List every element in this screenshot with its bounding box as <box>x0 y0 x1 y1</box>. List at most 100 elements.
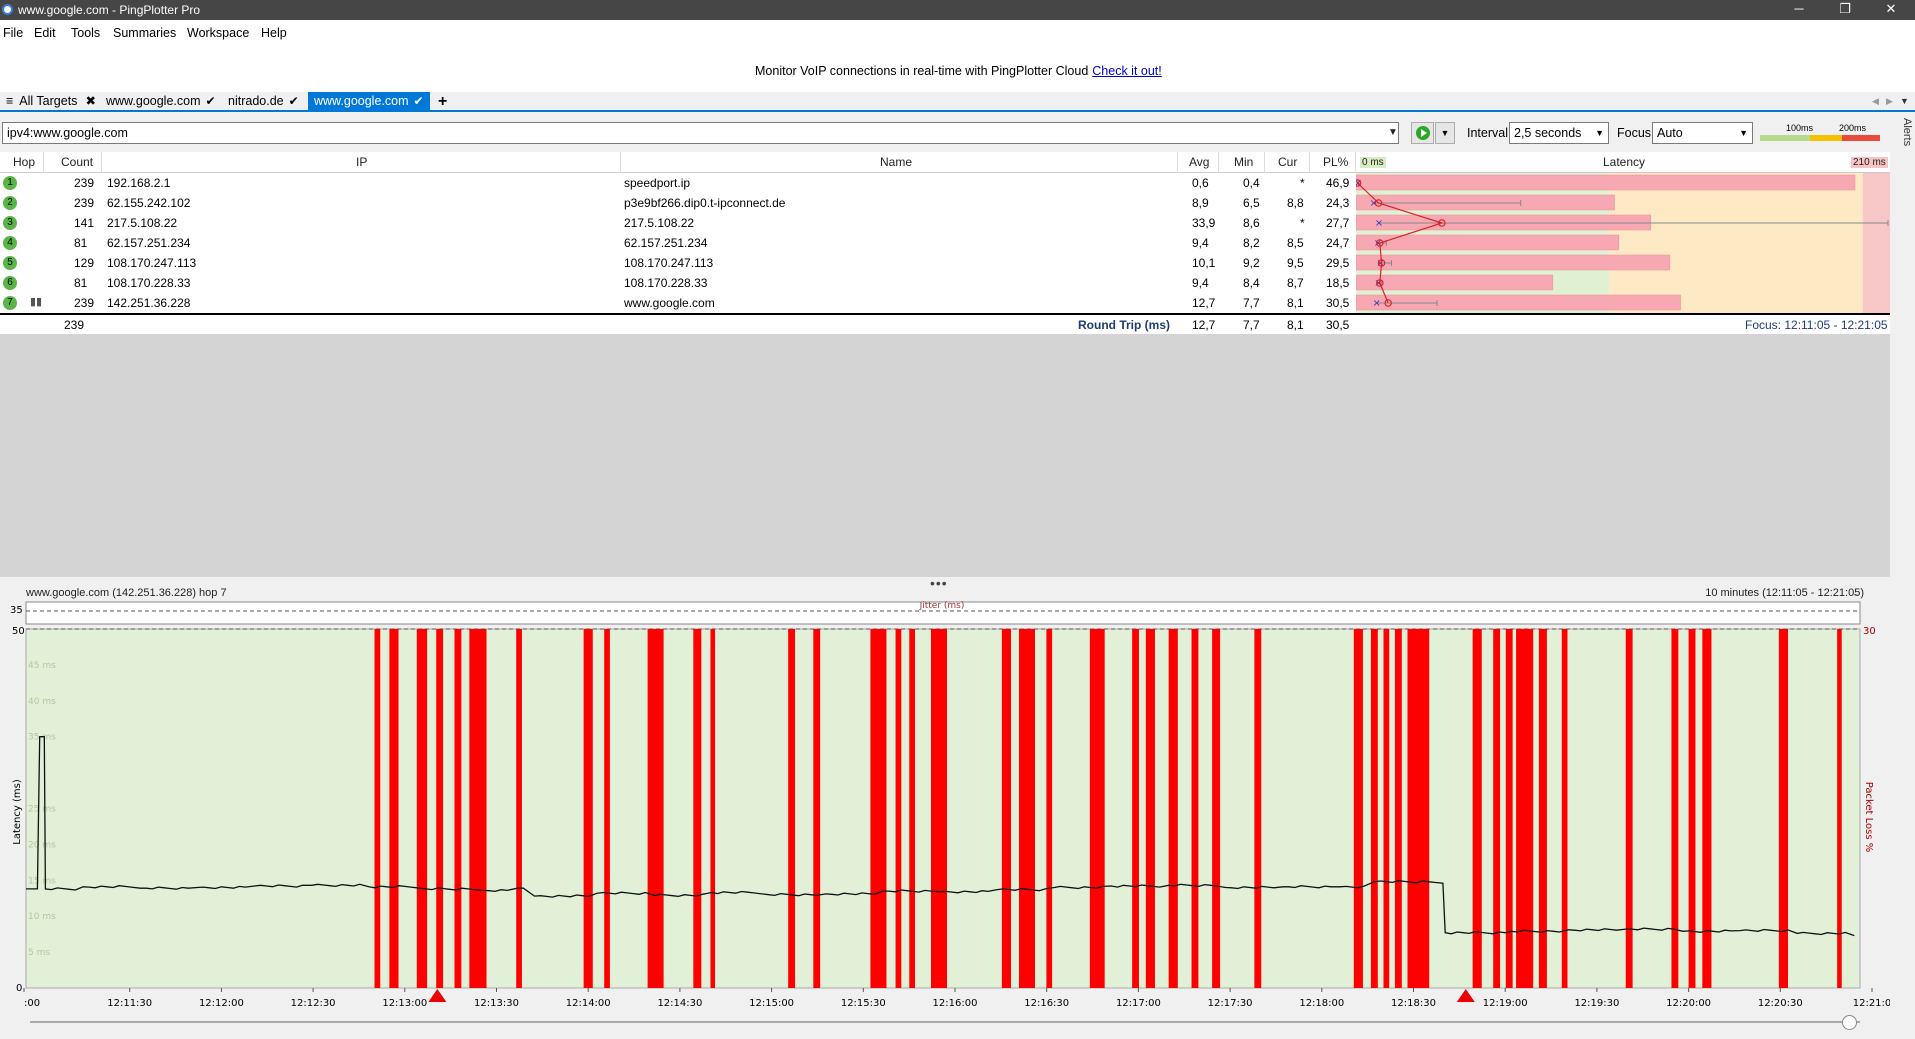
target-dropdown-icon[interactable]: ▼ <box>1388 127 1398 138</box>
tab-all-targets[interactable]: ≡ All Targets ✖ <box>0 92 102 111</box>
timeline-scroll-track[interactable] <box>30 1021 1860 1023</box>
packet-loss-bar <box>931 629 947 988</box>
hop-name: 108.170.228.33 <box>624 276 708 290</box>
y-minor-tick-label: 40 ms <box>28 697 56 707</box>
hop-count: 81 <box>74 236 88 250</box>
latency-bars-chart: ××××××× <box>1356 173 1890 313</box>
col-divider <box>620 152 621 173</box>
packet-loss-bar <box>1353 629 1363 988</box>
add-tab-button[interactable]: + <box>432 92 453 111</box>
x-tick-label: 12:12:00 <box>199 998 244 1009</box>
packet-loss-bar <box>647 629 664 988</box>
maximize-button[interactable]: ❐ <box>1822 0 1868 20</box>
packet-loss-bar <box>788 629 796 988</box>
tab-label: www.google.com <box>106 94 201 108</box>
col-avg[interactable]: Avg <box>1189 155 1209 169</box>
graph-icon[interactable]: ▮▮ <box>30 295 42 308</box>
hop-ip: 217.5.108.22 <box>107 216 178 230</box>
hop-pl: 27,7 <box>1326 216 1350 230</box>
hop-cur: * <box>1300 176 1305 190</box>
latency-zone-warn <box>1609 173 1863 313</box>
packet-loss-bar <box>1625 629 1633 988</box>
latency-zone-bad <box>1862 173 1890 313</box>
hop-number: 7 <box>3 296 17 310</box>
hop-cur: 8,7 <box>1287 276 1304 290</box>
col-ip[interactable]: IP <box>356 155 367 169</box>
trace-options-dropdown[interactable]: ▼ <box>1435 122 1455 144</box>
col-name[interactable]: Name <box>880 155 912 169</box>
banner-link[interactable]: Check it out! <box>1092 64 1161 78</box>
packet-loss-bar <box>374 629 381 988</box>
close-button[interactable]: ✕ <box>1868 0 1914 20</box>
tab-target[interactable]: www.google.com ✔ <box>100 92 222 111</box>
col-pl[interactable]: PL% <box>1323 155 1348 169</box>
target-input[interactable] <box>2 122 1399 144</box>
packet-loss-bar <box>813 629 821 988</box>
menu-tools[interactable]: Tools <box>71 26 100 40</box>
hop-ip: 108.170.247.113 <box>107 256 197 270</box>
menu-workspace[interactable]: Workspace <box>187 26 249 40</box>
chevron-down-icon: ▼ <box>1595 128 1604 138</box>
interval-select[interactable]: 2,5 seconds ▼ <box>1509 122 1609 144</box>
packet-loss-bar <box>870 629 887 988</box>
col-cur[interactable]: Cur <box>1278 155 1297 169</box>
play-triangle-icon <box>1421 129 1427 137</box>
minimize-button[interactable]: ─ <box>1776 0 1822 20</box>
packet-loss-bar <box>1089 629 1105 988</box>
table-row[interactable]: 1 239 192.168.2.1 speedport.ip 0,6 0,4 * 46,9 <box>0 173 1358 193</box>
packet-loss-bar <box>1505 629 1513 988</box>
col-divider <box>43 152 44 173</box>
table-row[interactable]: 6 81 108.170.228.33 108.170.228.33 9,4 8,4 8,7… <box>0 273 1358 293</box>
col-min[interactable]: Min <box>1234 155 1253 169</box>
legend-100ms: 100ms <box>1786 123 1814 133</box>
table-row[interactable]: 2 239 62.155.242.102 p3e9bf266.dip0.t-ipcon… <box>0 193 1358 213</box>
x-tick-label: 12:15:30 <box>841 998 886 1009</box>
table-row[interactable]: 4 81 62.157.251.234 62.157.251.234 9,4 8,2 8,5… <box>0 233 1358 253</box>
hop-pl: 18,5 <box>1326 276 1350 290</box>
menu-file[interactable]: File <box>3 26 23 40</box>
packet-loss-bar <box>516 629 522 988</box>
round-trip-label: Round Trip (ms) <box>1078 318 1170 332</box>
hop-number: 3 <box>3 216 17 230</box>
hop-count: 81 <box>74 276 88 290</box>
close-tab-icon[interactable]: ✖ <box>85 92 95 111</box>
menu-help[interactable]: Help <box>261 26 287 40</box>
target-toolbar: ▼ ▼ Interval 2,5 seconds ▼ Focus Auto ▼ 10… <box>0 118 1915 148</box>
packet-loss-bar <box>1472 629 1482 988</box>
event-marker-icon[interactable] <box>428 989 447 1002</box>
tab-label: nitrado.de <box>228 94 284 108</box>
event-marker-icon[interactable] <box>1456 989 1475 1002</box>
hop-pl: 46,9 <box>1326 176 1350 190</box>
table-row[interactable]: 3 141 217.5.108.22 217.5.108.22 33,9 8,6 * 27,7 <box>0 213 1358 233</box>
legend-200ms: 200ms <box>1839 123 1867 133</box>
tab-list-dropdown-icon[interactable]: ▼ <box>1894 92 1915 111</box>
tab-target-active[interactable]: www.google.com ✔ <box>308 92 430 111</box>
table-row[interactable]: 7 239 142.251.36.228 www.google.com 12,7 7,7 8… <box>0 293 1358 313</box>
focus-select[interactable]: Auto ▼ <box>1652 122 1753 144</box>
menu-edit[interactable]: Edit <box>34 26 56 40</box>
start-trace-button[interactable] <box>1411 122 1434 144</box>
col-latency[interactable]: Latency <box>1603 155 1645 169</box>
tab-target[interactable]: nitrado.de ✔ <box>222 92 305 111</box>
table-row[interactable]: 5 129 108.170.247.113 108.170.247.113 10,1 9,… <box>0 253 1358 273</box>
col-count[interactable]: Count <box>61 155 93 169</box>
total-count: 239 <box>64 318 85 332</box>
y-minor-tick-label: 45 ms <box>28 661 56 671</box>
banner-message: Monitor VoIP connections in real-time wi… <box>755 64 1162 78</box>
timeline-graph: www.google.com (142.251.36.228) hop 7 10… <box>0 587 1890 1039</box>
x-tick-label: 12:20:30 <box>1758 998 1803 1009</box>
x-tick-label: 12:13:30 <box>474 998 519 1009</box>
packet-loss-bar <box>1018 629 1035 988</box>
col-hop[interactable]: Hop <box>13 155 35 169</box>
x-tick-label: 12:16:30 <box>1024 998 1069 1009</box>
hop-cur: 8,5 <box>1287 236 1304 250</box>
col-divider <box>1218 152 1219 173</box>
hop-avg: 9,4 <box>1192 236 1209 250</box>
hop-ip: 192.168.2.1 <box>107 176 171 190</box>
alerts-side-tab[interactable]: Alerts <box>1893 118 1913 158</box>
x-tick-label: 12:19:30 <box>1574 998 1619 1009</box>
timeline-scroll-thumb[interactable] <box>1842 1015 1857 1030</box>
hop-min: 8,6 <box>1243 216 1260 230</box>
menu-summaries[interactable]: Summaries <box>113 26 176 40</box>
packet-loss-bar <box>1383 629 1390 988</box>
